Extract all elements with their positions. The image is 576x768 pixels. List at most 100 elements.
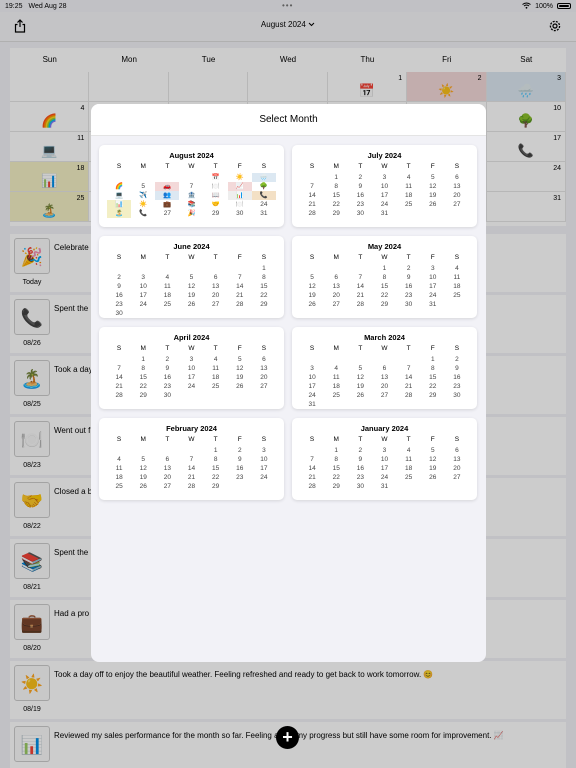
- weekday-initial: W: [381, 163, 388, 170]
- mini-day-number: 19: [429, 192, 437, 199]
- mini-day-number: 20: [212, 292, 220, 299]
- mini-day-number: 13: [332, 283, 340, 290]
- mini-day-number: 9: [237, 456, 242, 463]
- mini-day-number: 5: [430, 174, 435, 181]
- mini-day-number: 24: [380, 201, 389, 208]
- mini-day-number: 16: [356, 192, 364, 199]
- weekday-initial: S: [261, 345, 267, 352]
- weekday-initial: T: [406, 163, 411, 170]
- mini-day-number: 30: [405, 301, 413, 308]
- weekday-initial: M: [333, 345, 339, 352]
- mini-day-number: 29: [212, 210, 220, 217]
- select-month-sheet: Select Month August 2024 S M T W T F S 📅 ☀️ 🌧️ 🌈 5 🚗 7…: [91, 104, 486, 662]
- mini-day-number: 8: [141, 365, 146, 372]
- weekday-initial: F: [430, 254, 435, 261]
- weekday-initial: T: [213, 254, 218, 261]
- empty-day: [348, 355, 372, 364]
- mini-day-number: 31: [260, 210, 268, 217]
- weekday-initial: F: [430, 163, 435, 170]
- mini-day-number: 4: [406, 174, 411, 181]
- mini-day-number: 10: [380, 183, 389, 190]
- mini-day-number: 4: [117, 456, 121, 463]
- weekday-initial: M: [140, 436, 146, 443]
- mini-day-number: 24: [308, 392, 316, 399]
- mini-day-number: 13: [453, 183, 461, 190]
- mini-day-number: 15: [429, 374, 437, 381]
- month-card[interactable]: March 2024 S M T W T F S 1 2 3 4 5 6 7 8 9 10 11 12 13 14 15 16…: [292, 327, 477, 409]
- mini-day-number: 12: [429, 183, 437, 190]
- mini-day-number: 8: [213, 456, 218, 463]
- mini-day-number: 25: [332, 392, 340, 399]
- mini-calendar-grid: S M T W T F S 📅 ☀️ 🌧️ 🌈 5 🚗 7 🍽️ 📈 🌳 💻 ✈️ 👥 🏦 📖 📊 📞 📊 ☀️ 💼 📚 🤝 🍽️ 24 🏝️…: [107, 163, 276, 218]
- weekday-initial: S: [309, 345, 315, 352]
- mini-day-number: 6: [334, 274, 339, 281]
- weekday-initial: M: [333, 163, 339, 170]
- mini-day-number: 28: [308, 210, 316, 217]
- mini-day-number: 10: [260, 456, 268, 463]
- mini-day-number: 29: [260, 301, 268, 308]
- weekday-initial: T: [165, 254, 170, 261]
- month-card[interactable]: August 2024 S M T W T F S 📅 ☀️ 🌧️ 🌈 5 🚗 7 🍽️ 📈 🌳 💻 ✈️ 👥 🏦 📖 📊 📞 📊…: [99, 145, 284, 227]
- empty-day: [397, 355, 421, 364]
- weekday-initial: W: [188, 345, 195, 352]
- mini-day-number: 4: [455, 265, 459, 272]
- mini-day-number: 14: [356, 283, 364, 290]
- month-card[interactable]: May 2024 S M T W T F S 1 2 3 4 5 6 7 8 9 10 11 12 13 14 15 16 17…: [292, 236, 477, 318]
- mini-day-number: 30: [163, 392, 171, 399]
- mini-calendar-grid: S M T W T F S 1 2 3 4 5 6 7 8 9 10 11 12 13 14 15 16 17 18 19 20 21…: [300, 436, 469, 491]
- mini-day-number: 15: [212, 465, 220, 472]
- mini-day-number: 18: [212, 374, 220, 381]
- mini-day-emoji: 💻: [115, 192, 124, 199]
- mini-day-number: 2: [165, 356, 170, 363]
- weekday-initial: T: [406, 436, 411, 443]
- mini-day-number: 23: [236, 474, 244, 481]
- mini-day-number: 21: [405, 383, 413, 390]
- mini-day-number: 10: [139, 283, 147, 290]
- mini-day-number: 25: [115, 483, 123, 490]
- month-card[interactable]: April 2024 S M T W T F S 1 2 3 4 5 6 7 8 9 10 11 12 13 14 15 16…: [99, 327, 284, 409]
- mini-day-number: 24: [260, 201, 268, 208]
- mini-day-number: 9: [358, 456, 363, 463]
- month-card[interactable]: February 2024 S M T W T F S 1 2 3 4 5 6 7 8 9 10 11 12 13 14 1…: [99, 418, 284, 500]
- mini-day-number: 19: [236, 374, 244, 381]
- mini-day-number: 29: [332, 210, 340, 217]
- mini-day-number: 9: [117, 283, 121, 290]
- mini-day-number: 27: [453, 474, 461, 481]
- mini-day-number: 28: [187, 483, 196, 490]
- mini-day-number: 17: [380, 192, 389, 199]
- mini-day-number: 3: [382, 447, 387, 454]
- mini-day-number: 10: [308, 374, 316, 381]
- mini-day-number: 19: [429, 465, 437, 472]
- mini-day-number: 6: [262, 356, 266, 363]
- mini-day-number: 15: [332, 465, 340, 472]
- weekday-initial: S: [116, 436, 122, 443]
- mini-day-number: 1: [262, 265, 266, 272]
- mini-day-number: 17: [308, 383, 316, 390]
- empty-day: [300, 264, 324, 273]
- month-card[interactable]: July 2024 S M T W T F S 1 2 3 4 5 6 7 8 9 10 11 12 13 14 15 16 1…: [292, 145, 477, 227]
- add-entry-button[interactable]: +: [276, 726, 299, 749]
- mini-day-number: 8: [334, 183, 339, 190]
- mini-day-number: 7: [310, 183, 314, 190]
- mini-day-number: 28: [356, 301, 364, 308]
- mini-day-emoji: 📊: [107, 200, 132, 209]
- mini-day-number: 31: [429, 301, 437, 308]
- mini-day-number: 23: [405, 292, 413, 299]
- empty-day: [348, 264, 372, 273]
- mini-day-emoji: 📊: [227, 191, 252, 200]
- month-card[interactable]: January 2024 S M T W T F S 1 2 3 4 5 6 7 8 9 10 11 12 13 14 15…: [292, 418, 477, 500]
- month-card[interactable]: June 2024 S M T W T F S 1 2 3 4 5 6 7 8 9 10 11 12 13 14 15 16 1…: [99, 236, 284, 318]
- mini-day-number: 23: [163, 383, 171, 390]
- mini-day-number: 7: [406, 365, 411, 372]
- mini-day-number: 22: [380, 292, 389, 299]
- mini-day-number: 13: [163, 465, 171, 472]
- weekday-initial: F: [237, 436, 242, 443]
- mini-day-number: 15: [139, 374, 147, 381]
- mini-day-number: 16: [115, 292, 123, 299]
- weekday-initial: F: [237, 163, 242, 170]
- mini-day-number: 20: [453, 465, 461, 472]
- mini-day-number: 12: [139, 465, 147, 472]
- mini-day-number: 27: [380, 392, 389, 399]
- weekday-initial: S: [116, 254, 122, 261]
- empty-day: [155, 446, 179, 455]
